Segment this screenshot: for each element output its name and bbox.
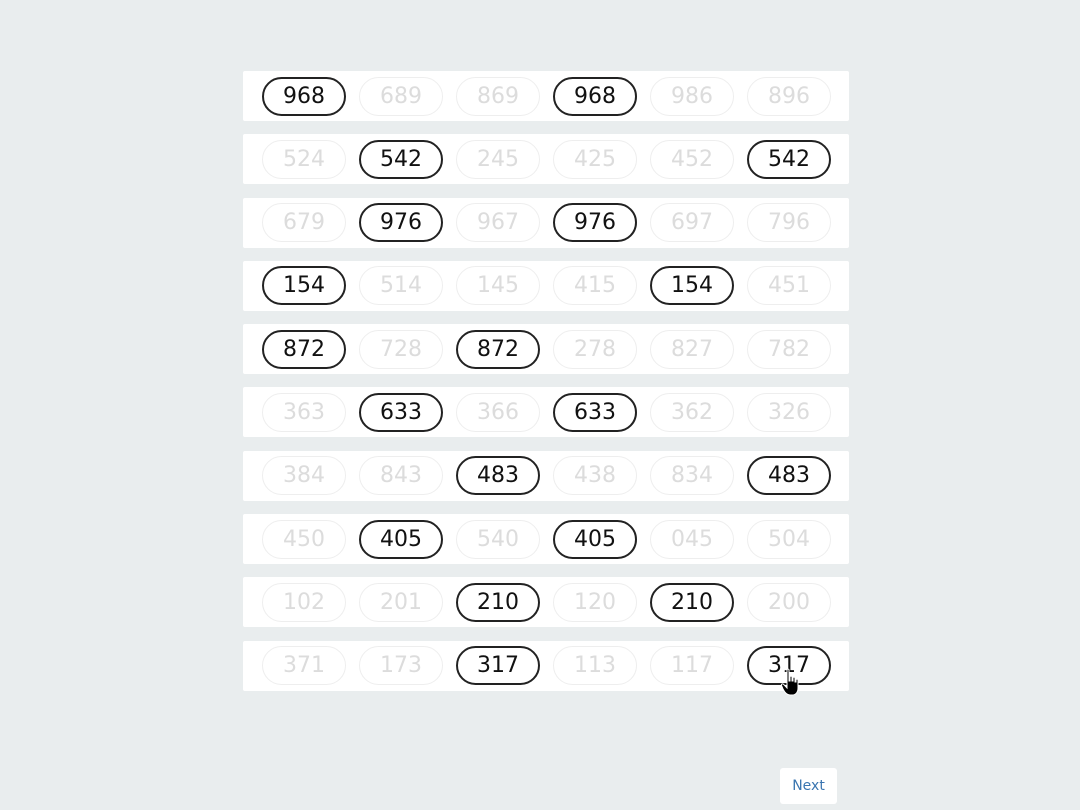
number-grid: 968 689 869 968 986 896 524 542 245 425 452 542 679 9… — [243, 71, 849, 704]
number-pill-selected[interactable]: 210 — [650, 582, 734, 622]
number-pill[interactable]: 728 — [359, 329, 443, 369]
number-pill[interactable]: 796 — [747, 203, 831, 243]
number-pill[interactable]: 450 — [262, 519, 346, 559]
number-pill-selected[interactable]: 317 — [456, 646, 540, 686]
number-pill[interactable]: 384 — [262, 456, 346, 496]
number-pill-selected[interactable]: 210 — [456, 582, 540, 622]
number-row: 384 843 483 438 834 483 — [243, 450, 849, 501]
number-pill-selected[interactable]: 633 — [553, 392, 637, 432]
number-pill-selected[interactable]: 483 — [747, 456, 831, 496]
number-pill[interactable]: 201 — [359, 582, 443, 622]
number-pill[interactable]: 438 — [553, 456, 637, 496]
number-row: 371 173 317 113 117 317 — [243, 640, 849, 691]
number-pill-selected[interactable]: 976 — [359, 203, 443, 243]
number-row: 450 405 540 405 045 504 — [243, 514, 849, 565]
number-pill[interactable]: 451 — [747, 266, 831, 306]
number-pill[interactable]: 102 — [262, 582, 346, 622]
number-pill-selected[interactable]: 872 — [262, 329, 346, 369]
number-pill[interactable]: 689 — [359, 76, 443, 116]
number-row: 524 542 245 425 452 542 — [243, 134, 849, 185]
number-row: 968 689 869 968 986 896 — [243, 71, 849, 121]
number-pill[interactable]: 200 — [747, 582, 831, 622]
number-pill[interactable]: 326 — [747, 392, 831, 432]
number-pill[interactable]: 145 — [456, 266, 540, 306]
number-pill[interactable]: 120 — [553, 582, 637, 622]
number-pill[interactable]: 113 — [553, 646, 637, 686]
number-pill[interactable]: 173 — [359, 646, 443, 686]
number-pill[interactable]: 782 — [747, 329, 831, 369]
number-pill[interactable]: 362 — [650, 392, 734, 432]
number-row: 154 514 145 415 154 451 — [243, 260, 849, 311]
number-pill-selected[interactable]: 542 — [747, 139, 831, 179]
number-pill[interactable]: 117 — [650, 646, 734, 686]
number-pill[interactable]: 679 — [262, 203, 346, 243]
number-pill[interactable]: 363 — [262, 392, 346, 432]
hand-pointer-icon — [781, 668, 799, 696]
number-pill[interactable]: 869 — [456, 76, 540, 116]
number-pill[interactable]: 278 — [553, 329, 637, 369]
number-pill-selected[interactable]: 968 — [553, 76, 637, 116]
number-pill-selected[interactable]: 405 — [359, 519, 443, 559]
number-row: 102 201 210 120 210 200 — [243, 577, 849, 628]
number-pill[interactable]: 425 — [553, 139, 637, 179]
number-pill[interactable]: 540 — [456, 519, 540, 559]
number-pill[interactable]: 896 — [747, 76, 831, 116]
number-pill[interactable]: 504 — [747, 519, 831, 559]
number-pill[interactable]: 452 — [650, 139, 734, 179]
number-pill[interactable]: 366 — [456, 392, 540, 432]
number-pill-selected[interactable]: 976 — [553, 203, 637, 243]
number-row: 363 633 366 633 362 326 — [243, 387, 849, 438]
number-pill-selected[interactable]: 154 — [262, 266, 346, 306]
number-row: 872 728 872 278 827 782 — [243, 324, 849, 375]
next-button[interactable]: Next — [780, 768, 837, 804]
number-pill[interactable]: 843 — [359, 456, 443, 496]
number-pill[interactable]: 967 — [456, 203, 540, 243]
number-pill-selected[interactable]: 633 — [359, 392, 443, 432]
number-pill[interactable]: 045 — [650, 519, 734, 559]
number-row: 679 976 967 976 697 796 — [243, 197, 849, 248]
number-pill[interactable]: 245 — [456, 139, 540, 179]
number-pill[interactable]: 834 — [650, 456, 734, 496]
number-pill-selected[interactable]: 872 — [456, 329, 540, 369]
number-pill[interactable]: 371 — [262, 646, 346, 686]
number-pill[interactable]: 524 — [262, 139, 346, 179]
number-pill[interactable]: 697 — [650, 203, 734, 243]
number-pill-selected[interactable]: 405 — [553, 519, 637, 559]
number-pill[interactable]: 827 — [650, 329, 734, 369]
number-pill-selected[interactable]: 542 — [359, 139, 443, 179]
number-pill-selected[interactable]: 483 — [456, 456, 540, 496]
number-pill[interactable]: 415 — [553, 266, 637, 306]
number-pill-selected[interactable]: 154 — [650, 266, 734, 306]
number-pill-selected[interactable]: 968 — [262, 76, 346, 116]
number-pill[interactable]: 986 — [650, 76, 734, 116]
number-pill[interactable]: 514 — [359, 266, 443, 306]
